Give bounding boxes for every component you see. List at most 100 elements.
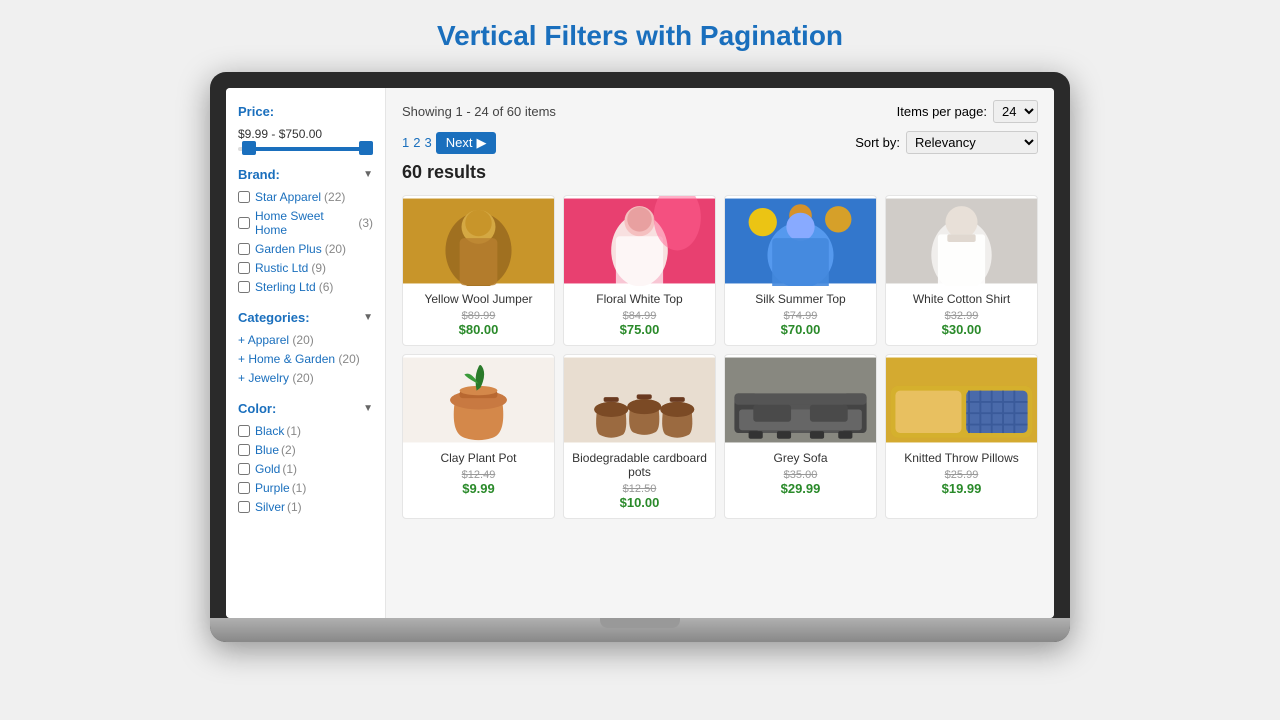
product-new-price: $10.00	[572, 495, 707, 510]
product-card-silk-summer-top: Silk Summer Top $74.99 $70.00	[724, 195, 877, 346]
category-name: Jewelry	[248, 371, 289, 385]
product-card-clay-plant-pot: Clay Plant Pot $12.49 $9.99	[402, 354, 555, 519]
product-card-grey-sofa: Grey Sofa $35.00 $29.99	[724, 354, 877, 519]
top-bar: Showing 1 - 24 of 60 items Items per pag…	[402, 100, 1038, 123]
product-image-floral-white-top	[564, 196, 715, 286]
color-item-blue: Blue (2)	[238, 443, 373, 457]
category-list: + Apparel (20) + Home & Garden (20) + Je…	[238, 333, 373, 385]
color-item-gold: Gold (1)	[238, 462, 373, 476]
items-per-page-control: Items per page: 24 48 96	[897, 100, 1038, 123]
brand-checkbox-sterling-ltd[interactable]	[238, 281, 250, 293]
brand-item: Sterling Ltd (6)	[238, 280, 373, 294]
brand-name: Star Apparel	[255, 190, 321, 204]
items-per-page-select[interactable]: 24 48 96	[993, 100, 1038, 123]
next-button[interactable]: Next ▶	[436, 132, 497, 154]
slider-fill	[245, 147, 367, 151]
slider-thumb-right[interactable]	[359, 141, 373, 155]
product-name: Yellow Wool Jumper	[411, 292, 546, 306]
color-filter-label: Color:	[238, 401, 276, 416]
product-card-floral-white-top: Floral White Top $84.99 $75.00	[563, 195, 716, 346]
product-new-price: $30.00	[894, 322, 1029, 337]
right-controls: Items per page: 24 48 96	[897, 100, 1038, 123]
product-name: Knitted Throw Pillows	[894, 451, 1029, 465]
category-name: Apparel	[248, 333, 289, 347]
category-item-jewelry[interactable]: + Jewelry (20)	[238, 371, 373, 385]
slider-thumb-left[interactable]	[242, 141, 256, 155]
product-info: Clay Plant Pot $12.49 $9.99	[403, 445, 554, 504]
product-info: Floral White Top $84.99 $75.00	[564, 286, 715, 345]
product-name: Clay Plant Pot	[411, 451, 546, 465]
brand-filter-header[interactable]: Brand: ▼	[238, 167, 373, 182]
brand-checkbox-star-apparel[interactable]	[238, 191, 250, 203]
product-name: Biodegradable cardboard pots	[572, 451, 707, 479]
product-info: Knitted Throw Pillows $25.99 $19.99	[886, 445, 1037, 504]
product-old-price: $89.99	[411, 310, 546, 322]
color-checkbox-black[interactable]	[238, 425, 250, 437]
category-name: Home & Garden	[248, 352, 335, 366]
color-filter-header[interactable]: Color: ▼	[238, 401, 373, 416]
product-info: Yellow Wool Jumper $89.99 $80.00	[403, 286, 554, 345]
page-2-link[interactable]: 2	[413, 135, 420, 150]
product-image-grey-sofa	[725, 355, 876, 445]
brand-checkbox-home-sweet-home[interactable]	[238, 217, 250, 229]
categories-filter-label: Categories:	[238, 310, 310, 325]
category-plus-icon: +	[238, 333, 248, 347]
product-new-price: $29.99	[733, 481, 868, 496]
page-title: Vertical Filters with Pagination	[437, 20, 843, 52]
category-count: (20)	[338, 352, 359, 366]
sort-bar: Sort by: Relevancy Price Low to High Pri…	[855, 131, 1038, 154]
color-checkbox-gold[interactable]	[238, 463, 250, 475]
product-image-biodegradable-pots	[564, 355, 715, 445]
price-filter-header[interactable]: Price:	[238, 104, 373, 119]
product-card-white-cotton-shirt: White Cotton Shirt $32.99 $30.00	[885, 195, 1038, 346]
color-count: (1)	[292, 481, 307, 495]
brand-filter-label: Brand:	[238, 167, 280, 182]
page-1-link[interactable]: 1	[402, 135, 409, 150]
laptop-frame: Price: $9.99 - $750.00 Brand: ▼	[210, 72, 1070, 642]
sidebar-filters: Price: $9.99 - $750.00 Brand: ▼	[226, 88, 386, 618]
color-checkbox-blue[interactable]	[238, 444, 250, 456]
product-new-price: $80.00	[411, 322, 546, 337]
product-old-price: $12.50	[572, 483, 707, 495]
category-count: (20)	[292, 371, 313, 385]
color-name: Purple	[255, 481, 290, 495]
brand-count: (6)	[319, 280, 334, 294]
category-item-apparel[interactable]: + Apparel (20)	[238, 333, 373, 347]
brand-name: Home Sweet Home	[255, 209, 355, 237]
color-checkbox-silver[interactable]	[238, 501, 250, 513]
categories-filter-header[interactable]: Categories: ▼	[238, 310, 373, 325]
brand-count: (22)	[324, 190, 345, 204]
product-new-price: $19.99	[894, 481, 1029, 496]
brand-name: Sterling Ltd	[255, 280, 316, 294]
results-count: 60 results	[402, 162, 1038, 183]
product-new-price: $9.99	[411, 481, 546, 496]
brand-checkbox-rustic-ltd[interactable]	[238, 262, 250, 274]
brand-count: (3)	[358, 216, 373, 230]
category-plus-icon: +	[238, 352, 248, 366]
color-checkbox-purple[interactable]	[238, 482, 250, 494]
product-old-price: $84.99	[572, 310, 707, 322]
brand-item: Rustic Ltd (9)	[238, 261, 373, 275]
brand-item: Garden Plus (20)	[238, 242, 373, 256]
price-slider-track[interactable]	[238, 147, 373, 151]
price-range-text: $9.99 - $750.00	[238, 127, 373, 141]
product-info: White Cotton Shirt $32.99 $30.00	[886, 286, 1037, 345]
sort-by-label: Sort by:	[855, 135, 900, 150]
sort-by-select[interactable]: Relevancy Price Low to High Price High t…	[906, 131, 1038, 154]
categories-filter-section: Categories: ▼ + Apparel (20) + Home & Ga…	[238, 310, 373, 385]
brand-name: Rustic Ltd	[255, 261, 308, 275]
product-image-silk-summer-top	[725, 196, 876, 286]
main-content: Showing 1 - 24 of 60 items Items per pag…	[386, 88, 1054, 618]
color-count: (1)	[287, 500, 302, 514]
laptop-base	[210, 618, 1070, 642]
brand-checkbox-garden-plus[interactable]	[238, 243, 250, 255]
product-card-knitted-throw-pillows: Knitted Throw Pillows $25.99 $19.99	[885, 354, 1038, 519]
product-old-price: $12.49	[411, 469, 546, 481]
category-item-home-garden[interactable]: + Home & Garden (20)	[238, 352, 373, 366]
product-new-price: $75.00	[572, 322, 707, 337]
color-name: Silver	[255, 500, 285, 514]
color-count: (1)	[286, 424, 301, 438]
page-3-link[interactable]: 3	[424, 135, 431, 150]
color-filter-section: Color: ▼ Black (1) Blue (2)	[238, 401, 373, 514]
color-count: (2)	[281, 443, 296, 457]
